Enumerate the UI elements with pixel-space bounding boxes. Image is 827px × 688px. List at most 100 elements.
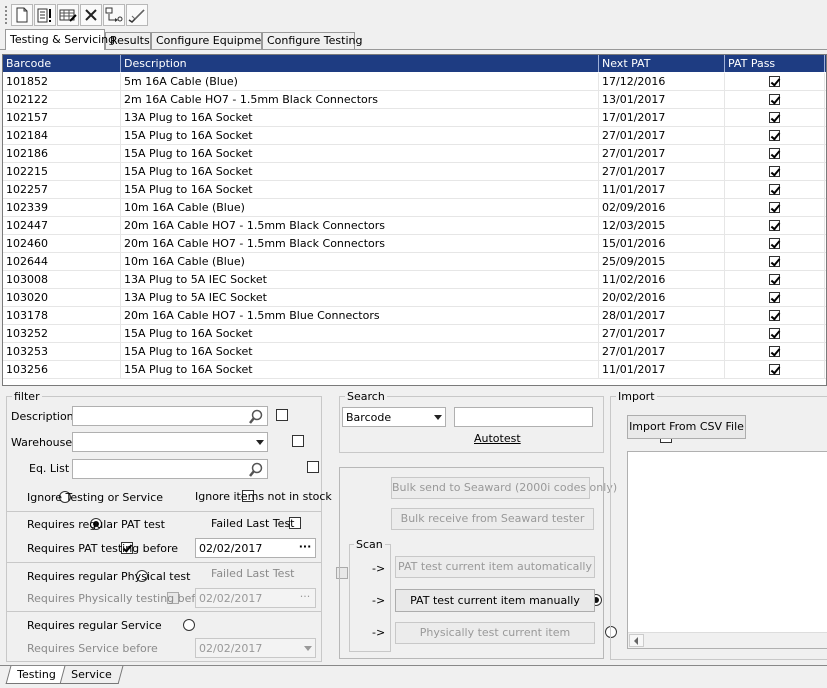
column-header-next-pat[interactable]: Next PAT	[599, 55, 725, 72]
pat-pass-checkbox[interactable]	[769, 256, 780, 267]
column-header-barcode[interactable]: Barcode	[3, 55, 121, 72]
ellipsis-button[interactable]: ···	[295, 539, 315, 557]
pat-pass-checkbox[interactable]	[769, 310, 780, 321]
scan-physical-arrow: ->	[372, 626, 386, 639]
scan-arrow-icon[interactable]	[103, 4, 125, 26]
pat-pass-checkbox[interactable]	[769, 238, 780, 249]
table-row[interactable]: 102186 15A Plug to 16A Socket 27/01/2017	[3, 145, 826, 163]
search-field-select[interactable]: Barcode	[342, 407, 446, 427]
toolbar-grip[interactable]	[5, 6, 8, 24]
horizontal-scrollbar[interactable]	[628, 632, 827, 648]
filter-title: filter	[12, 390, 42, 403]
table-row[interactable]: 102157 13A Plug to 16A Socket 17/01/2017	[3, 109, 826, 127]
description-cell: 5m 16A Cable (Blue)	[121, 73, 599, 90]
pat-pass-checkbox[interactable]	[769, 274, 780, 285]
column-header-pat-pass[interactable]: PAT Pass	[725, 55, 825, 72]
description-label: Description	[11, 410, 74, 423]
requires-service-label: Requires regular Service	[27, 619, 162, 632]
chevron-down-icon	[256, 440, 264, 445]
next-pat-cell: 27/01/2017	[599, 163, 725, 180]
search-input[interactable]	[454, 407, 593, 427]
pat-pass-cell	[725, 253, 825, 270]
pat-pass-checkbox[interactable]	[769, 202, 780, 213]
pat-pass-checkbox[interactable]	[769, 220, 780, 231]
table-row[interactable]: 101852 5m 16A Cable (Blue) 17/12/2016	[3, 73, 826, 91]
next-pat-cell: 15/01/2016	[599, 235, 725, 252]
warehouse-select[interactable]	[72, 432, 268, 452]
pat-pass-checkbox[interactable]	[769, 292, 780, 303]
scroll-left-button[interactable]	[629, 634, 644, 647]
document-alert-icon[interactable]	[34, 4, 56, 26]
pat-pass-checkbox[interactable]	[769, 364, 780, 375]
pat-before-date[interactable]: 02/02/2017 ···	[195, 538, 316, 558]
table-row[interactable]: 102339 10m 16A Cable (Blue) 02/09/2016	[3, 199, 826, 217]
pat-pass-checkbox[interactable]	[769, 130, 780, 141]
eqlist-checkbox[interactable]	[307, 461, 319, 473]
table-row[interactable]: 103252 15A Plug to 16A Socket 27/01/2017	[3, 325, 826, 343]
table-row[interactable]: 102447 20m 16A Cable HO7 - 1.5mm Black Co…	[3, 217, 826, 235]
table-row[interactable]: 103178 20m 16A Cable HO7 - 1.5mm Blue Con…	[3, 307, 826, 325]
barcode-cell: 101852	[3, 73, 121, 90]
import-csv-button[interactable]: Import From CSV File	[627, 415, 746, 439]
requires-service-radio[interactable]	[182, 619, 195, 631]
table-row[interactable]: 103008 13A Plug to 5A IEC Socket 11/02/201…	[3, 271, 826, 289]
pat-pass-checkbox[interactable]	[769, 76, 780, 87]
autotest-label[interactable]: Autotest	[474, 432, 521, 445]
bottom-tab-testing[interactable]: Testing	[5, 666, 68, 684]
table-row[interactable]: 103256 15A Plug to 16A Socket 11/01/2017	[3, 361, 826, 379]
pat-pass-cell	[725, 73, 825, 90]
pat-pass-cell	[725, 109, 825, 126]
eqlist-input[interactable]	[72, 459, 268, 479]
scan-manual-arrow: ->	[372, 594, 386, 607]
pat-test-manual-button[interactable]: PAT test current item manually	[395, 589, 595, 612]
bulk-send-button[interactable]: Bulk send to Seaward (2000i codes only)	[391, 477, 617, 499]
ignore-testing-label: Ignore Testing or Service	[27, 491, 164, 504]
table-row[interactable]: 103020 13A Plug to 5A IEC Socket 20/02/201…	[3, 289, 826, 307]
pat-pass-checkbox[interactable]	[769, 166, 780, 177]
table-row[interactable]: 102644 10m 16A Cable (Blue) 25/09/2015	[3, 253, 826, 271]
tab-configure-testing[interactable]: Configure Testing	[262, 32, 362, 50]
pat-pass-cell	[725, 325, 825, 342]
requires-physical-label: Requires regular Physical test	[27, 570, 191, 583]
table-row[interactable]: 102460 20m 16A Cable HO7 - 1.5mm Black Co…	[3, 235, 826, 253]
pat-pass-checkbox[interactable]	[769, 328, 780, 339]
table-row[interactable]: 102215 15A Plug to 16A Socket 27/01/2017	[3, 163, 826, 181]
delete-x-icon[interactable]	[80, 4, 102, 26]
column-header-description[interactable]: Description	[121, 55, 599, 72]
barcode-cell: 102157	[3, 109, 121, 126]
edit-grid-icon[interactable]	[57, 4, 79, 26]
next-pat-cell: 11/01/2017	[599, 361, 725, 378]
description-cell: 15A Plug to 16A Socket	[121, 361, 599, 378]
warehouse-checkbox[interactable]	[291, 435, 304, 447]
pat-pass-checkbox[interactable]	[769, 94, 780, 105]
pat-test-auto-button[interactable]: PAT test current item automatically	[395, 556, 595, 578]
pat-pass-cell	[725, 217, 825, 234]
bulk-receive-button[interactable]: Bulk receive from Seaward tester	[391, 508, 594, 530]
pat-pass-checkbox[interactable]	[769, 148, 780, 159]
warehouse-label: Warehouse	[11, 436, 73, 449]
pat-pass-cell	[725, 271, 825, 288]
description-input[interactable]	[72, 406, 268, 426]
search-icon[interactable]	[248, 462, 264, 477]
equipment-grid[interactable]: Barcode Description Next PAT PAT Pass 10…	[2, 54, 827, 386]
pat-pass-checkbox[interactable]	[769, 112, 780, 123]
chevron-down-icon	[304, 646, 312, 651]
bottom-tab-service[interactable]: Service	[59, 666, 124, 684]
tab-testing-servicing[interactable]: Testing & Servicing	[5, 29, 115, 50]
next-pat-cell: 27/01/2017	[599, 325, 725, 342]
physical-test-button[interactable]: Physically test current item	[395, 622, 595, 644]
search-icon[interactable]	[248, 409, 264, 424]
import-log-area[interactable]	[627, 451, 827, 649]
barcode-cell: 103020	[3, 289, 121, 306]
pat-pass-checkbox[interactable]	[769, 346, 780, 357]
description-cell: 20m 16A Cable HO7 - 1.5mm Black Connecto…	[121, 235, 599, 252]
table-row[interactable]: 102257 15A Plug to 16A Socket 11/01/2017	[3, 181, 826, 199]
table-row[interactable]: 102122 2m 16A Cable HO7 - 1.5mm Black Con…	[3, 91, 826, 109]
table-row[interactable]: 103253 15A Plug to 16A Socket 27/01/2017	[3, 343, 826, 361]
tab-configure-equipment[interactable]: Configure Equipment	[151, 32, 273, 50]
table-row[interactable]: 102184 15A Plug to 16A Socket 27/01/2017	[3, 127, 826, 145]
pat-pass-checkbox[interactable]	[769, 184, 780, 195]
new-document-icon[interactable]	[11, 4, 33, 26]
description-checkbox[interactable]	[276, 409, 288, 421]
approve-check-icon[interactable]	[126, 4, 148, 26]
